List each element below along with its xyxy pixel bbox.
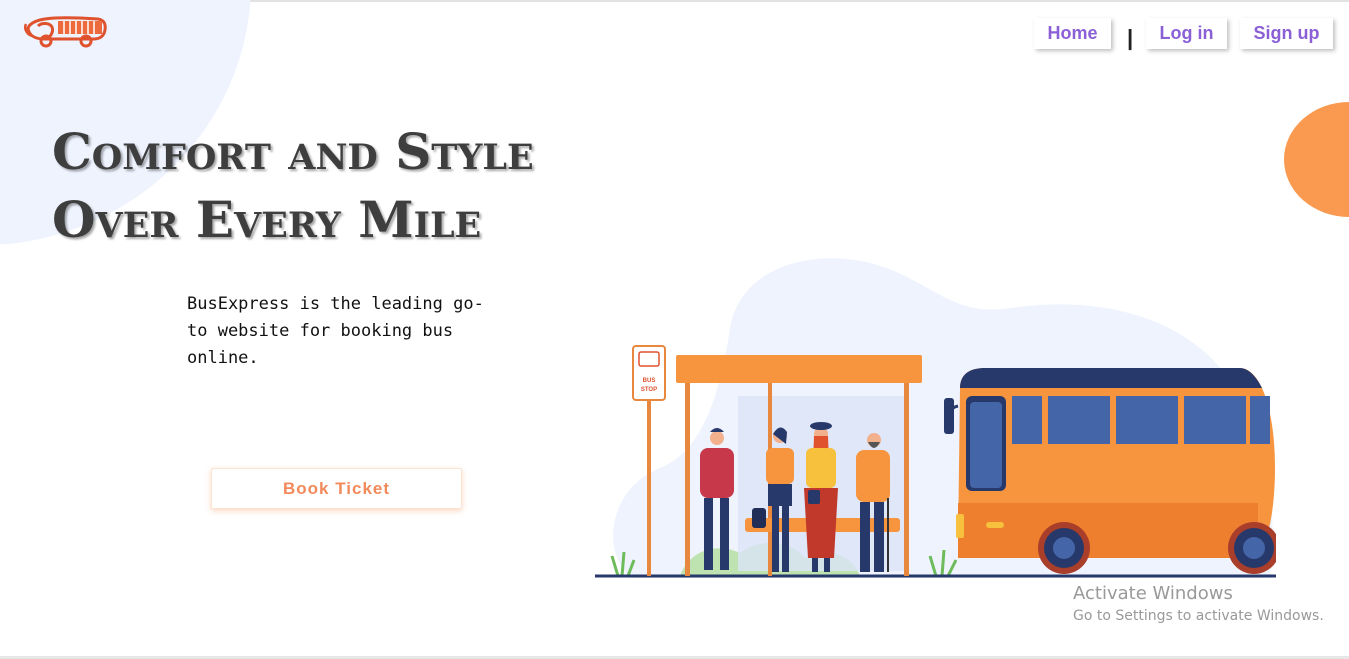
watermark-title: Activate Windows: [1073, 583, 1233, 604]
book-ticket-button[interactable]: Book Ticket: [211, 468, 462, 509]
bus-figure: [944, 348, 1300, 578]
nav-separator: |: [1127, 25, 1134, 50]
headline-line-1: Comfort and Style: [52, 122, 534, 181]
activate-windows-watermark: Activate Windows Go to Settings to activ…: [1073, 583, 1324, 627]
hero-tagline: BusExpress is the leading go-to website …: [187, 294, 484, 368]
watermark-subtitle: Go to Settings to activate Windows.: [1073, 608, 1324, 624]
hero-headline: Comfort and Style Over Every Mile: [52, 118, 652, 254]
bus-stop-sign-line-2: STOP: [641, 387, 657, 393]
bus-logo-icon[interactable]: [24, 14, 108, 50]
home-link[interactable]: Home: [1034, 18, 1111, 49]
bus-stop-sign-line-1: BUS: [643, 378, 656, 384]
signup-link[interactable]: Sign up: [1240, 18, 1333, 49]
login-link[interactable]: Log in: [1146, 18, 1227, 49]
bus-stop-illustration: BUS STOP: [595, 258, 1300, 578]
background-blob-right: [1284, 102, 1349, 217]
headline-line-2: Over Every Mile: [52, 190, 482, 249]
